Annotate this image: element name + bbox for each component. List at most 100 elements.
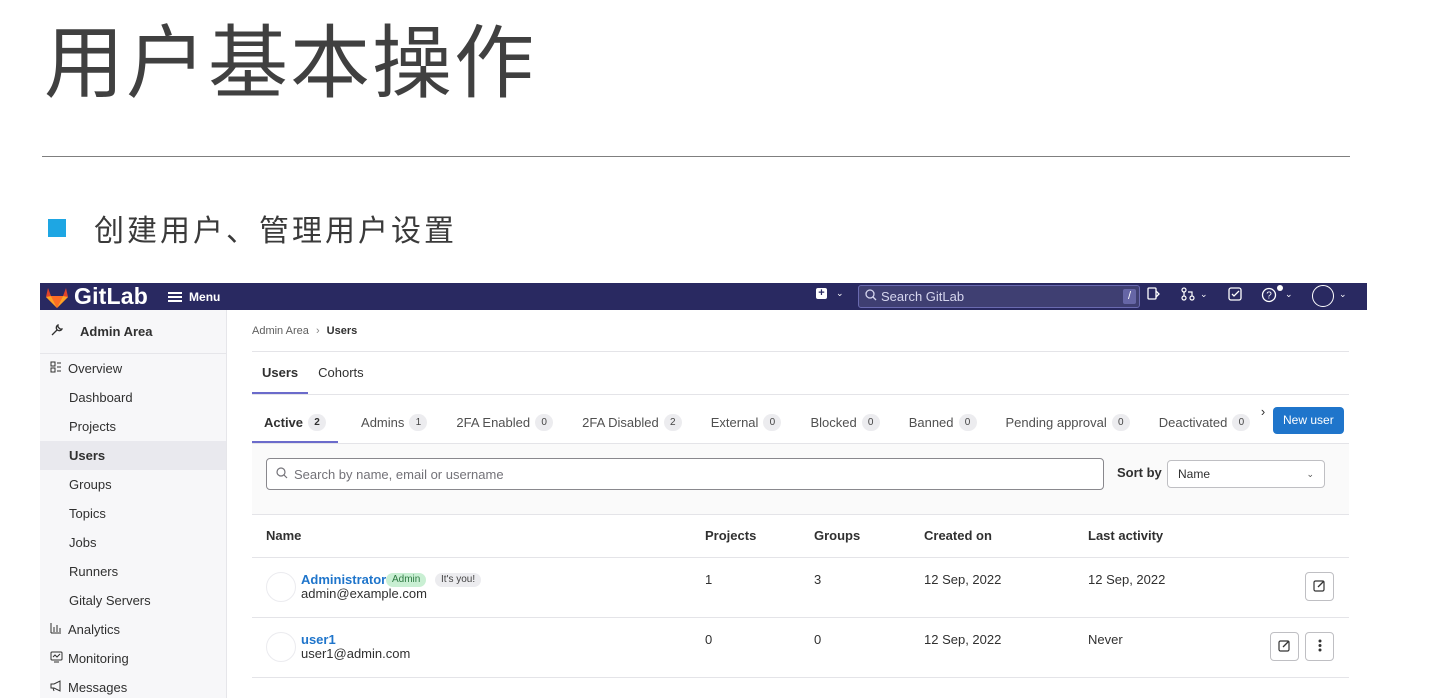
sidebar-item-dashboard[interactable]: Dashboard bbox=[40, 383, 226, 412]
global-search-placeholder: Search GitLab bbox=[881, 289, 965, 304]
chevron-down-icon[interactable]: ⌄ bbox=[1285, 289, 1293, 300]
kebab-menu-icon bbox=[1318, 639, 1322, 655]
projects-count: 0 bbox=[705, 632, 713, 647]
plus-square-icon: + bbox=[816, 288, 827, 299]
filter-tab-blocked[interactable]: Blocked 0 bbox=[808, 402, 881, 443]
filter-tab-banned[interactable]: Banned 0 bbox=[907, 402, 979, 443]
edit-icon bbox=[1313, 579, 1326, 595]
slide-title: 用户基本操作 bbox=[44, 17, 536, 110]
sort-select[interactable]: Name ⌄ bbox=[1167, 460, 1325, 488]
gitlab-logo-icon bbox=[44, 285, 70, 309]
sidebar-item-users[interactable]: Users bbox=[40, 441, 226, 470]
user-avatar-icon[interactable] bbox=[1312, 285, 1334, 307]
merge-requests-icon[interactable] bbox=[1181, 287, 1195, 306]
todos-icon[interactable] bbox=[1228, 287, 1242, 306]
sidebar-item-jobs[interactable]: Jobs bbox=[40, 528, 226, 557]
sidebar-item-topics[interactable]: Topics bbox=[40, 499, 226, 528]
count-badge: 0 bbox=[535, 414, 554, 431]
svg-text:?: ? bbox=[1266, 291, 1272, 302]
sidebar-header[interactable]: Admin Area bbox=[40, 310, 226, 354]
issues-icon[interactable] bbox=[1147, 287, 1160, 306]
chevron-down-icon[interactable]: ⌄ bbox=[1200, 289, 1208, 300]
column-header-groups: Groups bbox=[814, 528, 861, 543]
count-badge: 2 bbox=[663, 414, 682, 431]
divider bbox=[252, 394, 1349, 395]
count-badge: 0 bbox=[958, 414, 977, 431]
new-user-button[interactable]: New user bbox=[1273, 407, 1344, 434]
users-nav-tabs: Users Cohorts bbox=[252, 352, 374, 394]
divider bbox=[252, 677, 1349, 678]
chevron-down-icon: ⌄ bbox=[1306, 468, 1314, 479]
filter-tab-external[interactable]: External 0 bbox=[709, 402, 784, 443]
chevron-down-icon: ⌄ bbox=[836, 288, 844, 298]
count-badge: 0 bbox=[1232, 414, 1251, 431]
last-activity: Never bbox=[1088, 632, 1123, 647]
create-new-dropdown[interactable]: + ⌄ bbox=[816, 288, 844, 299]
sort-label: Sort by bbox=[1117, 465, 1162, 480]
sidebar-section-label: Monitoring bbox=[68, 651, 129, 666]
help-icon[interactable]: ? bbox=[1261, 287, 1277, 308]
sidebar-section-monitoring[interactable]: Monitoring bbox=[40, 644, 226, 673]
gitlab-home-link[interactable]: GitLab bbox=[44, 283, 148, 310]
monitoring-icon bbox=[48, 651, 64, 666]
chevron-down-icon[interactable]: ⌄ bbox=[1339, 289, 1347, 300]
menu-label: Menu bbox=[189, 289, 221, 304]
main-content: Admin Area › Users Users Cohorts Active 2… bbox=[252, 310, 1349, 698]
breadcrumb-admin-area[interactable]: Admin Area bbox=[252, 325, 309, 337]
tab-cohorts[interactable]: Cohorts bbox=[308, 352, 374, 394]
notification-dot-icon bbox=[1277, 285, 1283, 291]
user-email: user1@admin.com bbox=[301, 646, 411, 661]
column-header-name: Name bbox=[266, 528, 302, 543]
filter-tab-2fa-disabled[interactable]: 2FA Disabled 2 bbox=[580, 402, 684, 443]
edit-user-button[interactable] bbox=[1305, 572, 1334, 601]
filter-tab-pending-approval[interactable]: Pending approval 0 bbox=[1004, 402, 1132, 443]
search-icon bbox=[865, 289, 877, 304]
analytics-icon bbox=[48, 622, 64, 637]
filter-tab-admins[interactable]: Admins 1 bbox=[359, 402, 429, 443]
sidebar-header-label: Admin Area bbox=[80, 324, 153, 339]
column-header-activity: Last activity bbox=[1088, 528, 1164, 543]
tab-users[interactable]: Users bbox=[252, 352, 309, 394]
search-sort-bar: Search by name, email or username Sort b… bbox=[252, 443, 1349, 515]
count-badge: 2 bbox=[308, 414, 327, 431]
messages-icon bbox=[48, 680, 64, 695]
sidebar-section-messages[interactable]: Messages bbox=[40, 673, 226, 698]
user-search-input[interactable]: Search by name, email or username bbox=[266, 458, 1104, 490]
groups-count: 3 bbox=[814, 572, 822, 587]
admin-badge: Admin bbox=[386, 573, 427, 587]
count-badge: 0 bbox=[1111, 414, 1130, 431]
overview-icon bbox=[48, 361, 64, 376]
edit-icon bbox=[1278, 639, 1291, 655]
sidebar-section-analytics[interactable]: Analytics bbox=[40, 615, 226, 644]
sidebar-item-groups[interactable]: Groups bbox=[40, 470, 226, 499]
top-navbar: GitLab Menu + ⌄ Search GitLab / ⌄ ? ⌄ ⌄ bbox=[40, 283, 1367, 310]
user-name-link[interactable]: user1 bbox=[301, 632, 336, 647]
more-actions-button[interactable] bbox=[1305, 632, 1334, 661]
hamburger-icon bbox=[168, 291, 183, 302]
divider bbox=[252, 557, 1349, 558]
sidebar-item-projects[interactable]: Projects bbox=[40, 412, 226, 441]
menu-button[interactable]: Menu bbox=[168, 290, 220, 304]
edit-user-button[interactable] bbox=[1270, 632, 1299, 661]
brand-name: GitLab bbox=[74, 283, 149, 309]
sidebar-section-label: Analytics bbox=[68, 622, 121, 637]
groups-count: 0 bbox=[814, 632, 822, 647]
user-email: admin@example.com bbox=[301, 586, 427, 601]
sidebar-section-label: Overview bbox=[68, 361, 123, 376]
created-date: 12 Sep, 2022 bbox=[924, 572, 1002, 587]
filter-tab-deactivated[interactable]: Deactivated 0 bbox=[1157, 402, 1253, 443]
divider bbox=[252, 617, 1349, 618]
count-badge: 0 bbox=[861, 414, 880, 431]
global-search[interactable]: Search GitLab / bbox=[858, 285, 1140, 308]
tabs-scroll-right-icon[interactable]: › bbox=[1254, 404, 1272, 419]
filter-tab-2fa-enabled[interactable]: 2FA Enabled 0 bbox=[454, 402, 555, 443]
projects-count: 1 bbox=[705, 572, 713, 587]
user-name-link[interactable]: Administrator bbox=[301, 572, 386, 587]
sidebar-item-gitaly-servers[interactable]: Gitaly Servers bbox=[40, 586, 226, 615]
sidebar-section-overview[interactable]: Overview bbox=[40, 354, 226, 383]
search-shortcut-key: / bbox=[1123, 289, 1136, 304]
sidebar-item-runners[interactable]: Runners bbox=[40, 557, 226, 586]
filter-tab-active[interactable]: Active 2 bbox=[252, 402, 339, 443]
avatar[interactable] bbox=[266, 572, 296, 602]
avatar[interactable] bbox=[266, 632, 296, 662]
